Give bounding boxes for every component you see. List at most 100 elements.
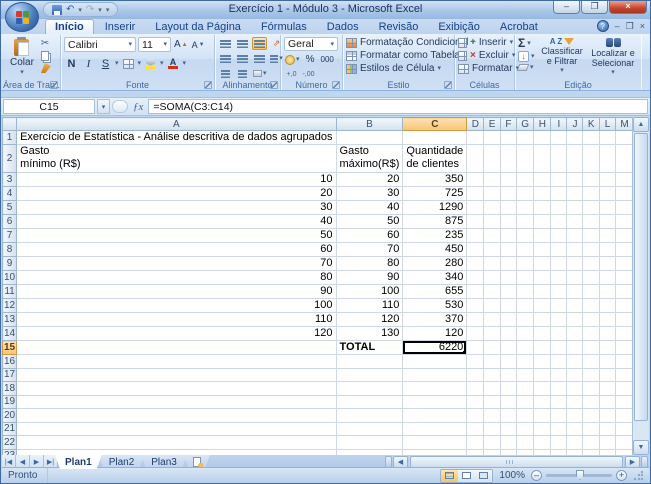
cell-I16[interactable] xyxy=(551,355,567,369)
italic-button[interactable]: I xyxy=(81,57,96,70)
clear-button[interactable]: ▾ xyxy=(518,64,535,71)
cell-J18[interactable] xyxy=(567,382,583,396)
sheet-tab[interactable]: Plan1 xyxy=(55,455,102,469)
doc-restore-icon[interactable]: ❐ xyxy=(626,22,634,31)
cell-C20[interactable] xyxy=(403,409,467,423)
cell-E22[interactable] xyxy=(484,436,501,450)
increase-indent-button[interactable] xyxy=(235,67,250,80)
row-header-20[interactable]: 20 xyxy=(3,409,17,423)
cell-G17[interactable] xyxy=(517,368,534,382)
cell-L20[interactable] xyxy=(600,409,616,423)
row-header-10[interactable]: 10 xyxy=(3,271,17,285)
cell-B2[interactable]: Gasto máximo(R$) xyxy=(336,145,403,173)
cell-C4[interactable]: 725 xyxy=(403,187,467,201)
cell-G22[interactable] xyxy=(517,436,534,450)
underline-button[interactable]: S xyxy=(98,57,113,70)
cell-M19[interactable] xyxy=(616,395,634,409)
cell-J7[interactable] xyxy=(567,229,583,243)
vertical-scroll-thumb[interactable] xyxy=(634,133,648,421)
cell-E3[interactable] xyxy=(484,173,501,187)
fill-color-button[interactable] xyxy=(143,57,158,70)
cell-J1[interactable] xyxy=(567,131,583,145)
number-format-combo[interactable]: Geral ▾ xyxy=(284,37,338,51)
column-header-K[interactable]: K xyxy=(583,118,600,131)
cell-H7[interactable] xyxy=(534,229,551,243)
cell-F9[interactable] xyxy=(500,257,516,271)
cell-H8[interactable] xyxy=(534,243,551,257)
cell-J22[interactable] xyxy=(567,436,583,450)
cell-C16[interactable] xyxy=(403,355,467,369)
cell-I22[interactable] xyxy=(551,436,567,450)
cell-B11[interactable]: 100 xyxy=(336,285,403,299)
column-header-G[interactable]: G xyxy=(517,118,534,131)
cell-E5[interactable] xyxy=(484,201,501,215)
cell-C14[interactable]: 120 xyxy=(403,327,467,341)
cell-B13[interactable]: 120 xyxy=(336,313,403,327)
cell-J5[interactable] xyxy=(567,201,583,215)
cell-G9[interactable] xyxy=(517,257,534,271)
cell-K21[interactable] xyxy=(583,422,600,436)
cell-L9[interactable] xyxy=(600,257,616,271)
cell-E8[interactable] xyxy=(484,243,501,257)
cell-F13[interactable] xyxy=(500,313,516,327)
cell-H2[interactable] xyxy=(534,145,551,173)
cell-G21[interactable] xyxy=(517,422,534,436)
undo-dropdown-icon[interactable]: ▾ xyxy=(78,6,82,14)
cell-A17[interactable] xyxy=(17,368,336,382)
cell-I11[interactable] xyxy=(551,285,567,299)
cell-L2[interactable] xyxy=(600,145,616,173)
help-icon[interactable]: ? xyxy=(597,20,609,32)
cell-K7[interactable] xyxy=(583,229,600,243)
zoom-slider-thumb[interactable] xyxy=(576,470,584,480)
cell-M13[interactable] xyxy=(616,313,634,327)
zoom-in-icon[interactable]: + xyxy=(616,470,627,481)
cell-G8[interactable] xyxy=(517,243,534,257)
cell-M16[interactable] xyxy=(616,355,634,369)
cell-K9[interactable] xyxy=(583,257,600,271)
cell-A9[interactable]: 70 xyxy=(17,257,336,271)
customize-qat-icon[interactable]: ▾ xyxy=(106,6,110,14)
cell-J19[interactable] xyxy=(567,395,583,409)
cell-F11[interactable] xyxy=(500,285,516,299)
align-center-button[interactable] xyxy=(235,52,250,65)
cell-A12[interactable]: 100 xyxy=(17,299,336,313)
cell-F1[interactable] xyxy=(500,131,516,145)
cell-D10[interactable] xyxy=(467,271,484,285)
cell-A14[interactable]: 120 xyxy=(17,327,336,341)
cell-C21[interactable] xyxy=(403,422,467,436)
cell-B14[interactable]: 130 xyxy=(336,327,403,341)
cell-L17[interactable] xyxy=(600,368,616,382)
cell-E4[interactable] xyxy=(484,187,501,201)
cell-L12[interactable] xyxy=(600,299,616,313)
cell-L18[interactable] xyxy=(600,382,616,396)
cell-J16[interactable] xyxy=(567,355,583,369)
column-header-L[interactable]: L xyxy=(600,118,616,131)
cell-G13[interactable] xyxy=(517,313,534,327)
cell-F15[interactable] xyxy=(500,341,516,355)
row-header-11[interactable]: 11 xyxy=(3,285,17,299)
cell-I14[interactable] xyxy=(551,327,567,341)
cell-B21[interactable] xyxy=(336,422,403,436)
borders-dropdown-icon[interactable]: ▾ xyxy=(138,60,142,67)
cell-A3[interactable]: 10 xyxy=(17,173,336,187)
cell-F10[interactable] xyxy=(500,271,516,285)
column-header-A[interactable]: A xyxy=(17,118,336,131)
cell-L13[interactable] xyxy=(600,313,616,327)
paste-button[interactable]: Colar ▾ xyxy=(6,37,38,79)
cell-F16[interactable] xyxy=(500,355,516,369)
cell-H21[interactable] xyxy=(534,422,551,436)
cell-L7[interactable] xyxy=(600,229,616,243)
ribbon-tab[interactable]: Revisão xyxy=(370,20,428,34)
cell-F17[interactable] xyxy=(500,368,516,382)
cell-D13[interactable] xyxy=(467,313,484,327)
cell-K22[interactable] xyxy=(583,436,600,450)
font-color-dropdown-icon[interactable]: ▾ xyxy=(183,60,187,67)
cell-K6[interactable] xyxy=(583,215,600,229)
cell-B18[interactable] xyxy=(336,382,403,396)
cell-D6[interactable] xyxy=(467,215,484,229)
cell-H20[interactable] xyxy=(534,409,551,423)
cell-F20[interactable] xyxy=(500,409,516,423)
cell-A5[interactable]: 30 xyxy=(17,201,336,215)
ribbon-tab[interactable]: Layout da Página xyxy=(146,20,250,34)
cell-I2[interactable] xyxy=(551,145,567,173)
